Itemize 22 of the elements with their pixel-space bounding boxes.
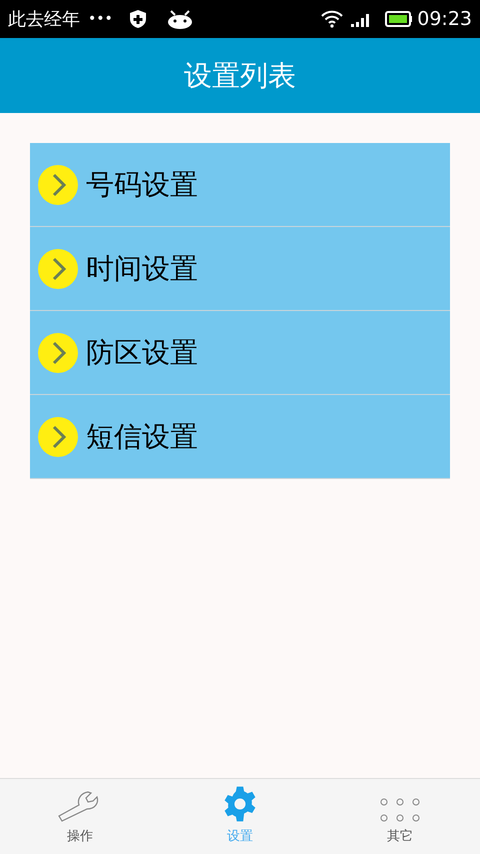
menu-item[interactable]: 号码设置 <box>30 143 450 227</box>
page-title: 设置列表 <box>184 58 296 94</box>
chevron-icon <box>38 164 78 204</box>
shield-icon <box>128 9 147 29</box>
clock-text: 09:23 <box>417 6 472 32</box>
android-icon <box>166 9 193 29</box>
chevron-icon <box>38 332 78 372</box>
dots-text: ••• <box>88 10 113 28</box>
carrier-text: 此去经年 <box>8 8 80 32</box>
chevron-icon <box>38 248 78 288</box>
menu-item[interactable]: 防区设置 <box>30 311 450 395</box>
menu-label: 防区设置 <box>86 334 198 370</box>
nav-tab[interactable]: 操作 <box>0 779 160 854</box>
chevron-icon <box>38 416 78 456</box>
battery-icon <box>385 11 414 27</box>
wifi-icon <box>321 10 344 28</box>
menu-label: 时间设置 <box>86 250 198 286</box>
menu-label: 短信设置 <box>86 418 198 454</box>
nav-tab[interactable]: 其它 <box>320 779 480 854</box>
menu-item[interactable]: 时间设置 <box>30 227 450 311</box>
menu-item[interactable]: 短信设置 <box>30 395 450 479</box>
menu-label: 号码设置 <box>86 166 198 202</box>
